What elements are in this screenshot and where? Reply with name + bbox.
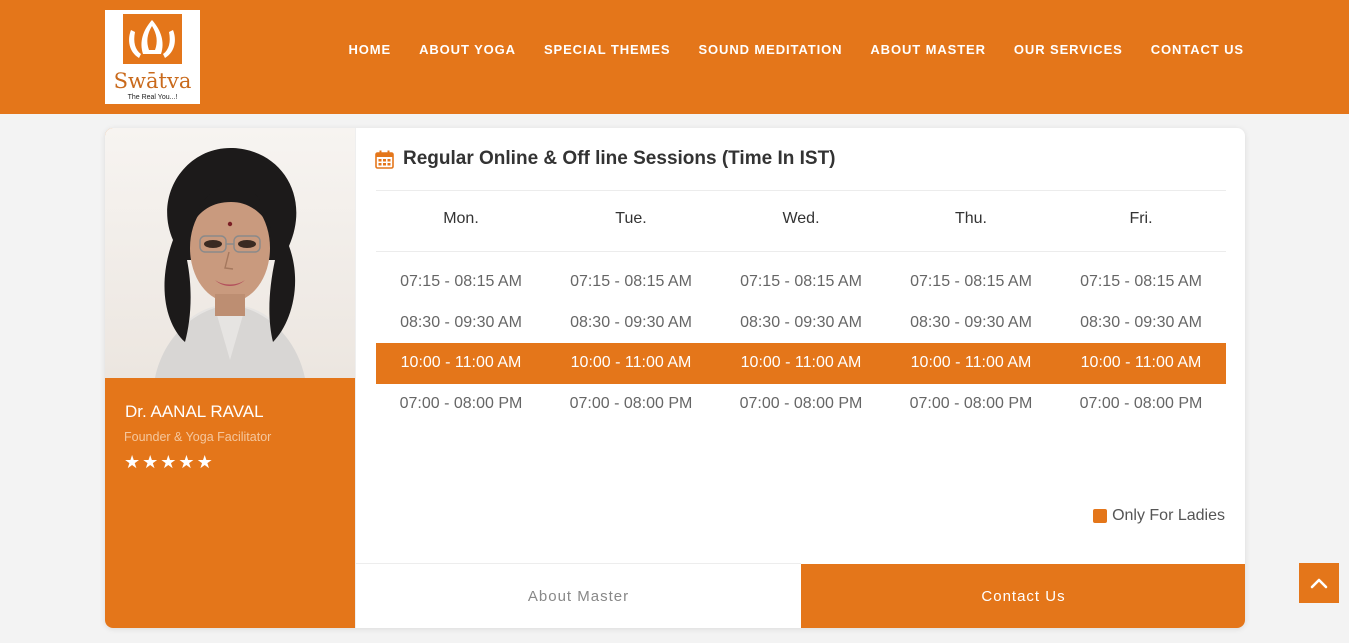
slot-cell: 08:30 - 09:30 AM bbox=[570, 313, 692, 331]
slot-row: 07:15 - 08:15 AM 07:15 - 08:15 AM 07:15 … bbox=[376, 262, 1226, 303]
slot-cell: 08:30 - 09:30 AM bbox=[910, 313, 1032, 331]
schedule-header: Regular Online & Off line Sessions (Time… bbox=[375, 148, 836, 170]
star-icon: ★ bbox=[196, 452, 213, 472]
slot-cell: 10:00 - 11:00 AM bbox=[740, 354, 862, 372]
site-header: Swātva The Real You...! HOME ABOUT YOGA … bbox=[0, 0, 1349, 114]
star-icon: ★ bbox=[178, 452, 195, 472]
slot-cell: 07:00 - 08:00 PM bbox=[909, 394, 1033, 412]
lotus-logo-icon bbox=[123, 14, 182, 64]
nav-sound-meditation[interactable]: SOUND MEDITATION bbox=[698, 42, 842, 57]
nav-our-services[interactable]: OUR SERVICES bbox=[1014, 42, 1123, 57]
nav-about-master[interactable]: ABOUT MASTER bbox=[870, 42, 986, 57]
slot-cell: 10:00 - 11:00 AM bbox=[400, 354, 522, 372]
divider bbox=[376, 190, 1226, 191]
slot-cell: 07:15 - 08:15 AM bbox=[910, 273, 1032, 291]
slot-cell: 07:00 - 08:00 PM bbox=[399, 394, 523, 412]
slot-cell: 08:30 - 09:30 AM bbox=[740, 313, 862, 331]
about-master-button[interactable]: About Master bbox=[356, 563, 801, 628]
nav-about-yoga[interactable]: ABOUT YOGA bbox=[419, 42, 516, 57]
legend-swatch bbox=[1093, 509, 1108, 523]
master-profile: Dr. AANAL RAVAL Founder & Yoga Facilitat… bbox=[105, 128, 355, 628]
logo-tagline: The Real You...! bbox=[127, 94, 178, 101]
schedule-title: Regular Online & Off line Sessions (Time… bbox=[403, 148, 836, 169]
schedule-panel: Regular Online & Off line Sessions (Time… bbox=[355, 128, 1245, 628]
calendar-icon bbox=[375, 150, 394, 169]
schedule-slots: 07:15 - 08:15 AM 07:15 - 08:15 AM 07:15 … bbox=[376, 262, 1226, 424]
master-role: Founder & Yoga Facilitator bbox=[124, 430, 272, 444]
logo-wordmark: Swātva bbox=[113, 69, 192, 93]
slot-row-ladies-only: 10:00 - 11:00 AM 10:00 - 11:00 AM 10:00 … bbox=[376, 343, 1226, 384]
nav-home[interactable]: HOME bbox=[348, 42, 391, 57]
nav-special-themes[interactable]: SPECIAL THEMES bbox=[544, 42, 671, 57]
slot-cell: 07:00 - 08:00 PM bbox=[1079, 394, 1203, 412]
slot-cell: 07:00 - 08:00 PM bbox=[569, 394, 693, 412]
slot-row: 07:00 - 08:00 PM 07:00 - 08:00 PM 07:00 … bbox=[376, 384, 1226, 425]
logo[interactable]: Swātva The Real You...! bbox=[105, 10, 200, 104]
slot-cell: 08:30 - 09:30 AM bbox=[400, 313, 522, 331]
chevron-up-icon bbox=[1310, 578, 1328, 589]
slot-row: 08:30 - 09:30 AM 08:30 - 09:30 AM 08:30 … bbox=[376, 303, 1226, 344]
master-name: Dr. AANAL RAVAL bbox=[125, 402, 264, 421]
divider bbox=[376, 251, 1226, 252]
star-icon: ★ bbox=[124, 452, 141, 472]
slot-cell: 08:30 - 09:30 AM bbox=[1080, 313, 1202, 331]
legend-label: Only For Ladies bbox=[1112, 507, 1225, 524]
scroll-to-top-button[interactable] bbox=[1299, 563, 1339, 603]
day-header: Mon. bbox=[443, 210, 479, 227]
day-header: Thu. bbox=[954, 210, 987, 227]
schedule-day-headers: Mon. Tue. Wed. Thu. Fri. bbox=[376, 210, 1226, 228]
slot-cell: 07:00 - 08:00 PM bbox=[739, 394, 863, 412]
contact-us-button[interactable]: Contact Us bbox=[801, 564, 1245, 628]
slot-cell: 10:00 - 11:00 AM bbox=[570, 354, 692, 372]
star-icon: ★ bbox=[142, 452, 159, 472]
legend: Only For Ladies bbox=[1093, 507, 1225, 525]
portrait-illustration bbox=[155, 147, 305, 378]
slot-cell: 07:15 - 08:15 AM bbox=[400, 273, 522, 291]
main-nav: HOME ABOUT YOGA SPECIAL THEMES SOUND MED… bbox=[348, 42, 1244, 57]
slot-cell: 07:15 - 08:15 AM bbox=[570, 273, 692, 291]
star-icon: ★ bbox=[160, 452, 177, 472]
slot-cell: 10:00 - 11:00 AM bbox=[1080, 354, 1202, 372]
slot-cell: 07:15 - 08:15 AM bbox=[1080, 273, 1202, 291]
day-header: Wed. bbox=[782, 210, 820, 227]
nav-contact-us[interactable]: CONTACT US bbox=[1151, 42, 1244, 57]
master-photo bbox=[105, 128, 355, 378]
slot-cell: 07:15 - 08:15 AM bbox=[740, 273, 862, 291]
day-header: Tue. bbox=[615, 210, 647, 227]
master-schedule-card: Dr. AANAL RAVAL Founder & Yoga Facilitat… bbox=[105, 128, 1245, 628]
day-header: Fri. bbox=[1129, 210, 1153, 227]
master-rating: ★ ★ ★ ★ ★ bbox=[124, 451, 213, 473]
slot-cell: 10:00 - 11:00 AM bbox=[910, 354, 1032, 372]
